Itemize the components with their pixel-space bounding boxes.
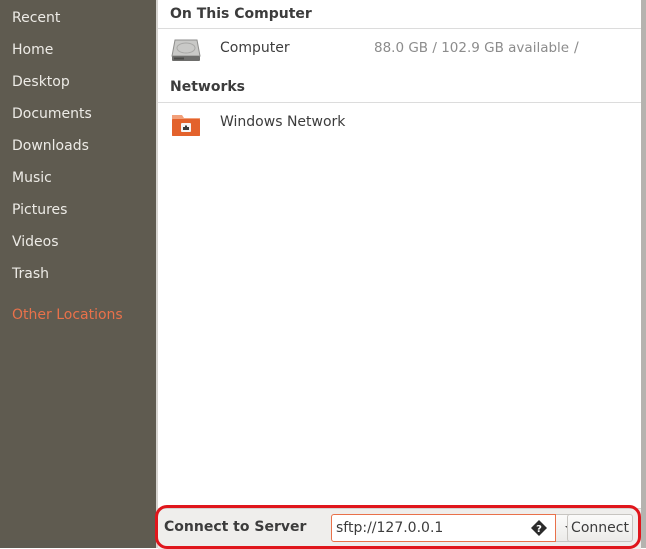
- window-edge: [641, 0, 646, 548]
- connect-button[interactable]: Connect: [567, 514, 633, 542]
- connect-to-server-bar: Connect to Server ? Connect: [158, 508, 641, 549]
- location-row-windows-network[interactable]: Windows Network: [158, 106, 641, 142]
- section-header-networks: Networks: [170, 79, 246, 95]
- location-mount-point: /: [574, 40, 579, 56]
- network-folder-icon: [170, 110, 202, 138]
- sidebar-item-pictures[interactable]: Pictures: [12, 201, 67, 219]
- sidebar-item-recent[interactable]: Recent: [12, 9, 60, 27]
- location-name: Windows Network: [220, 114, 346, 130]
- server-address-field[interactable]: ?: [331, 514, 556, 542]
- sidebar-item-other-locations[interactable]: Other Locations: [12, 306, 123, 324]
- connect-to-server-label: Connect to Server: [164, 519, 307, 535]
- divider: [158, 102, 641, 103]
- section-header-on-this-computer: On This Computer: [170, 6, 312, 22]
- hard-drive-icon: [170, 36, 202, 64]
- location-name: Computer: [220, 40, 290, 56]
- location-space: 88.0 GB / 102.9 GB available: [374, 40, 570, 56]
- locations-list: On This Computer Computer 88.0 GB / 102.…: [158, 0, 641, 508]
- server-address-input[interactable]: [336, 518, 506, 538]
- divider: [158, 28, 641, 29]
- sidebar-item-trash[interactable]: Trash: [12, 265, 49, 283]
- location-row-computer[interactable]: Computer 88.0 GB / 102.9 GB available /: [158, 32, 641, 68]
- sidebar-item-music[interactable]: Music: [12, 169, 52, 187]
- sidebar-item-home[interactable]: Home: [12, 41, 53, 59]
- sidebar-item-documents[interactable]: Documents: [12, 105, 92, 123]
- help-icon[interactable]: ?: [531, 520, 547, 536]
- sidebar-item-videos[interactable]: Videos: [12, 233, 59, 251]
- sidebar-item-desktop[interactable]: Desktop: [12, 73, 70, 91]
- sidebar: Recent Home Desktop Documents Downloads …: [0, 0, 156, 548]
- svg-text:?: ?: [536, 524, 542, 535]
- sidebar-item-downloads[interactable]: Downloads: [12, 137, 89, 155]
